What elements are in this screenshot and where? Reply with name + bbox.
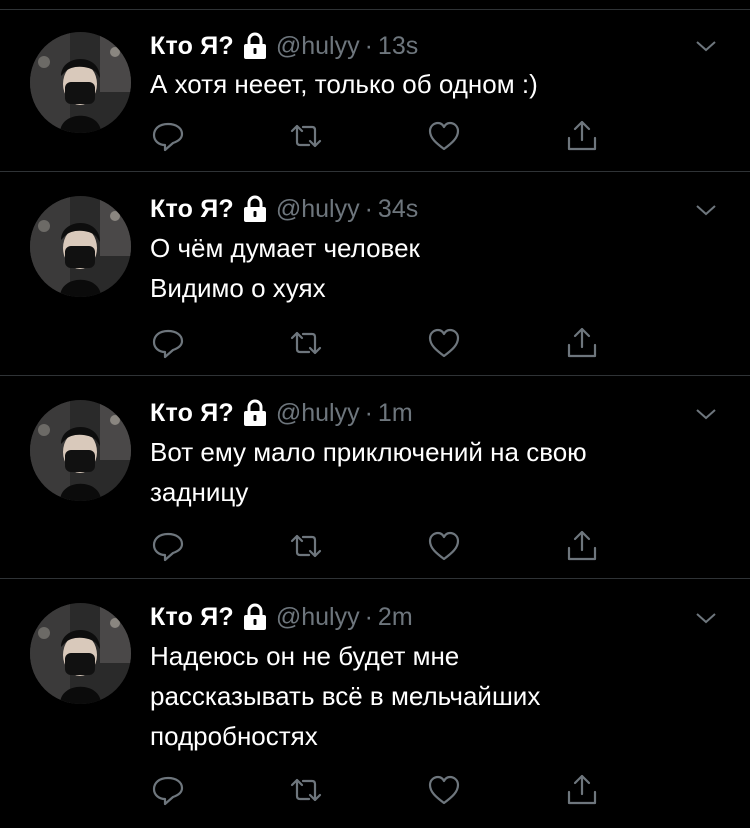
tweet-header: Кто Я? @hulyy · 2m [150,600,413,634]
retweet-icon[interactable] [288,325,324,361]
chevron-down-icon[interactable] [694,38,718,54]
display-name[interactable]: Кто Я? [150,32,234,61]
heart-icon[interactable] [426,528,462,564]
user-handle[interactable]: @hulyy [276,32,360,61]
share-icon[interactable] [564,528,600,564]
heart-icon[interactable] [426,118,462,154]
share-icon[interactable] [564,772,600,808]
tweet-text: Вот ему мало приключений на свою задницу [150,432,710,512]
avatar[interactable] [30,400,131,501]
tweet-text-line: Видимо о хуях [150,273,326,303]
lock-icon [242,195,268,223]
tweet-text-line: А хотя нееет, только об одном :) [150,69,538,99]
lock-icon [242,603,268,631]
avatar[interactable] [30,196,131,297]
tweet-text: А хотя нееет, только об одном :) [150,64,710,104]
display-name[interactable]: Кто Я? [150,603,234,632]
tweet-text-line: рассказывать всё в мельчайших [150,681,541,711]
tweet-text: Надеюсь он не будет мне рассказывать всё… [150,636,710,756]
tweet-divider [0,375,750,376]
tweet-header: Кто Я? @hulyy · 13s [150,29,418,63]
avatar[interactable] [30,603,131,704]
tweet-divider [0,171,750,172]
reply-icon[interactable] [150,325,186,361]
tweet-actions [150,118,610,154]
separator-dot: · [364,602,373,631]
tweet-divider [0,9,750,10]
tweet-text-line: О чём думает человек [150,233,420,263]
display-name[interactable]: Кто Я? [150,195,234,224]
display-name[interactable]: Кто Я? [150,399,234,428]
timestamp[interactable]: 2m [378,603,413,632]
tweet-text-line: Надеюсь он не будет мне [150,641,460,671]
reply-icon[interactable] [150,772,186,808]
reply-icon[interactable] [150,528,186,564]
lock-icon [242,32,268,60]
chevron-down-icon[interactable] [694,610,718,626]
user-handle[interactable]: @hulyy [276,399,360,428]
retweet-icon[interactable] [288,528,324,564]
tweet-actions [150,772,610,808]
share-icon[interactable] [564,118,600,154]
tweet-actions [150,528,610,564]
chevron-down-icon[interactable] [694,406,718,422]
tweet-header: Кто Я? @hulyy · 1m [150,396,413,430]
retweet-icon[interactable] [288,772,324,808]
timeline: Кто Я? @hulyy · 13s А хотя нееет, только… [0,0,750,828]
timestamp[interactable]: 1m [378,399,413,428]
share-icon[interactable] [564,325,600,361]
user-handle[interactable]: @hulyy [276,603,360,632]
tweet-text: О чём думает человек Видимо о хуях [150,228,710,308]
tweet-text-line: подробностях [150,721,318,751]
separator-dot: · [364,31,373,60]
tweet-text-line: задницу [150,477,249,507]
lock-icon [242,399,268,427]
heart-icon[interactable] [426,325,462,361]
chevron-down-icon[interactable] [694,202,718,218]
heart-icon[interactable] [426,772,462,808]
tweet-text-line: Вот ему мало приключений на свою [150,437,587,467]
reply-icon[interactable] [150,118,186,154]
timestamp[interactable]: 34s [378,195,418,224]
separator-dot: · [364,194,373,223]
retweet-icon[interactable] [288,118,324,154]
tweet-divider [0,578,750,579]
timestamp[interactable]: 13s [378,32,418,61]
user-handle[interactable]: @hulyy [276,195,360,224]
tweet-header: Кто Я? @hulyy · 34s [150,192,418,226]
tweet-actions [150,325,610,361]
separator-dot: · [364,398,373,427]
avatar[interactable] [30,32,131,133]
